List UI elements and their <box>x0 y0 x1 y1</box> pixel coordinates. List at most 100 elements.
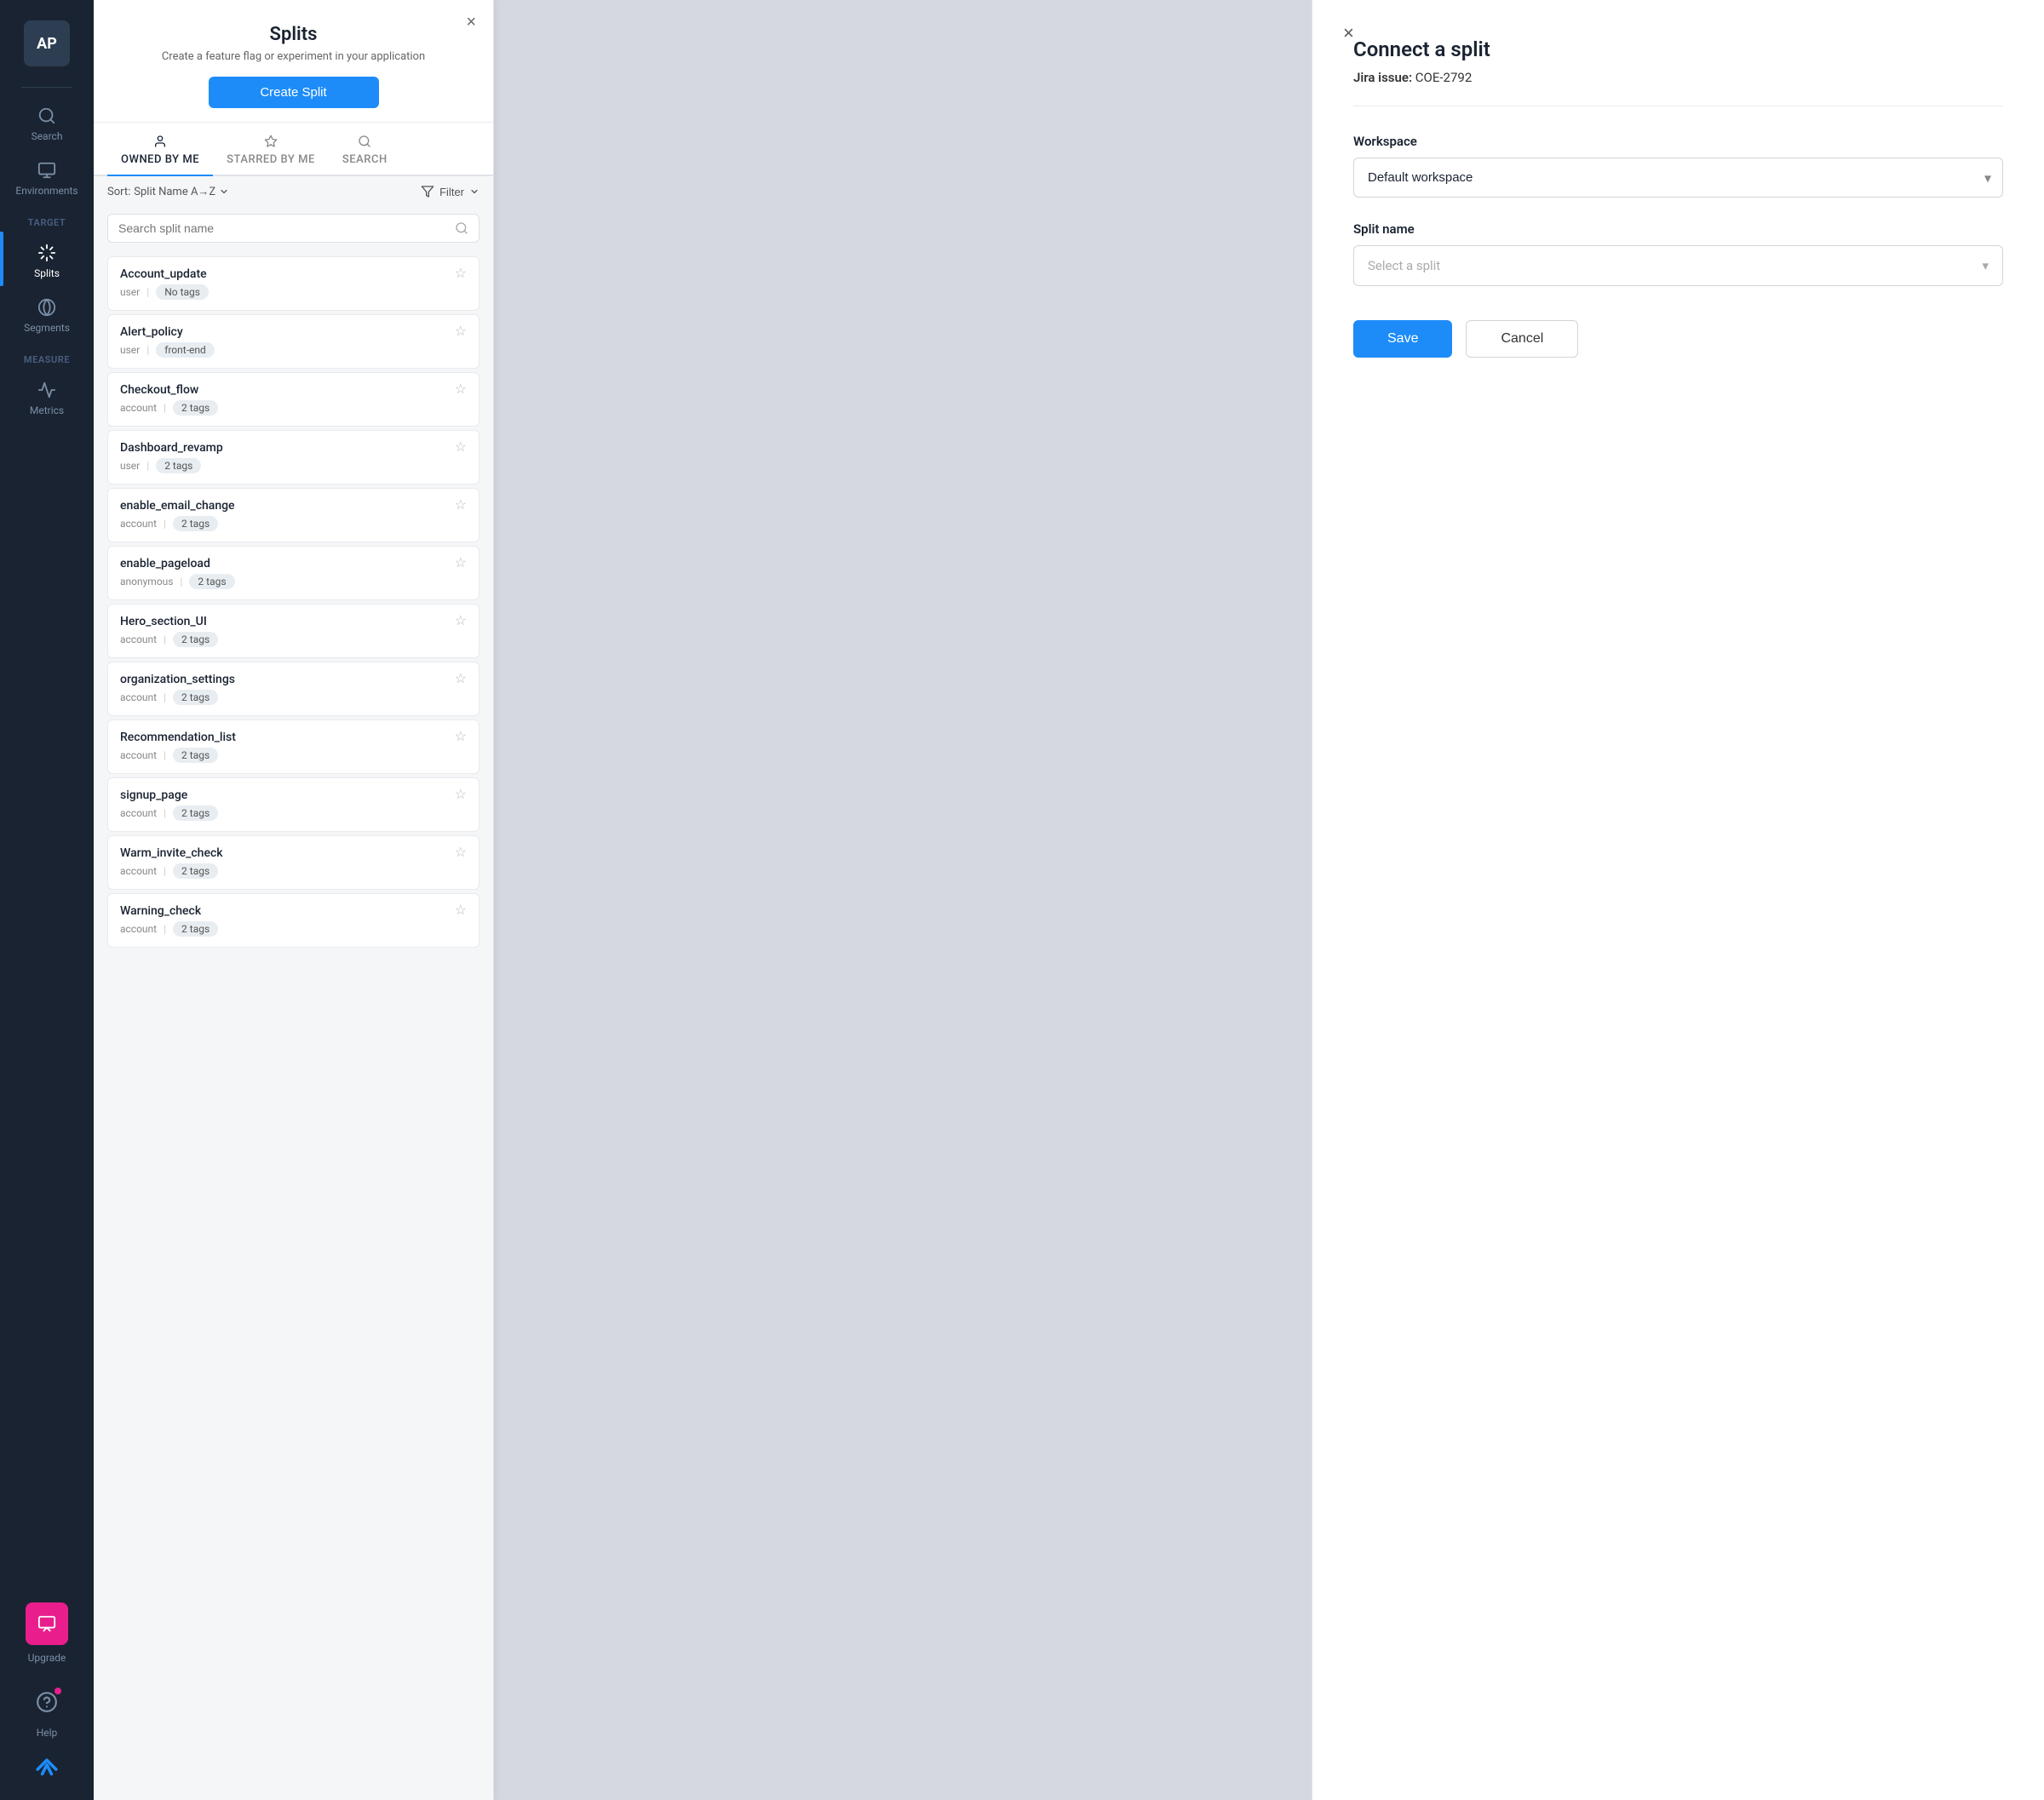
sort-prefix: Sort: <box>107 186 130 198</box>
sidebar-item-segments-label: Segments <box>24 322 70 334</box>
star-button[interactable]: ☆ <box>455 673 467 686</box>
split-item-info: enable_email_changeaccount|2 tags <box>120 499 235 531</box>
star-button[interactable]: ☆ <box>455 904 467 918</box>
sidebar-item-upgrade-label: Upgrade <box>28 1652 66 1664</box>
list-item[interactable]: signup_pageaccount|2 tags☆ <box>107 777 479 832</box>
splits-list: Account_updateuser|No tags☆Alert_policyu… <box>94 249 493 1800</box>
star-button[interactable]: ☆ <box>455 788 467 802</box>
split-item-name: enable_pageload <box>120 557 235 570</box>
split-item-meta: user|2 tags <box>120 458 223 473</box>
sort-control[interactable]: Sort: Split Name A→Z <box>107 185 229 198</box>
split-item-separator: | <box>164 923 166 935</box>
sort-value: Split Name A→Z <box>134 185 215 198</box>
sidebar-item-help-label: Help <box>37 1727 58 1739</box>
list-item[interactable]: Checkout_flowaccount|2 tags☆ <box>107 372 479 427</box>
split-select-chevron-icon: ▾ <box>1982 258 1989 273</box>
upgrade-icon <box>26 1602 68 1645</box>
star-button[interactable]: ☆ <box>455 441 467 455</box>
list-item[interactable]: organization_settingsaccount|2 tags☆ <box>107 662 479 716</box>
split-item-type: account <box>120 518 157 530</box>
list-item[interactable]: enable_pageload anonymous | 2 tags ☆ <box>107 546 479 600</box>
splits-panel-subtitle: Create a feature flag or experiment in y… <box>114 50 473 63</box>
sidebar-item-splits[interactable]: Splits <box>0 232 94 286</box>
star-button[interactable]: ☆ <box>455 267 467 281</box>
split-item-tag: No tags <box>156 284 209 300</box>
split-item-name: Account_update <box>120 267 209 281</box>
sidebar-item-segments[interactable]: Segments <box>0 286 94 341</box>
sidebar: AP Search Environments TARGET <box>0 0 94 1800</box>
sidebar-item-environments[interactable]: Environments <box>0 149 94 204</box>
split-item-tag: 2 tags <box>173 921 218 937</box>
star-button[interactable]: ☆ <box>455 615 467 628</box>
star-button[interactable]: ☆ <box>455 325 467 339</box>
split-item-info: Warm_invite_checkaccount|2 tags <box>120 846 223 879</box>
sidebar-item-search[interactable]: Search <box>0 95 94 149</box>
split-item-separator: | <box>164 633 166 645</box>
splits-tabs: OWNED BY ME STARRED BY ME SEARCH <box>94 123 493 176</box>
create-split-button[interactable]: Create Split <box>209 77 379 108</box>
sidebar-item-help[interactable]: Help <box>0 1671 94 1746</box>
split-item-separator: | <box>180 576 182 588</box>
split-item-type: account <box>120 402 157 414</box>
save-button[interactable]: Save <box>1353 320 1452 358</box>
split-name-select[interactable]: Select a split ▾ <box>1353 245 2003 286</box>
split-name-label: Split name <box>1353 221 2003 237</box>
search-input-icon <box>455 221 468 235</box>
list-item[interactable]: Alert_policyuser|front-end☆ <box>107 314 479 369</box>
split-item-type: account <box>120 749 157 761</box>
list-item[interactable]: Account_updateuser|No tags☆ <box>107 256 479 311</box>
cancel-button[interactable]: Cancel <box>1466 320 1578 358</box>
split-item-type: user <box>120 344 140 356</box>
splits-close-button[interactable]: × <box>466 14 476 31</box>
sidebar-measure-label: MEASURE <box>0 354 94 365</box>
list-item[interactable]: Warning_checkaccount|2 tags☆ <box>107 893 479 948</box>
sidebar-item-upgrade[interactable]: Upgrade <box>0 1592 94 1671</box>
jira-label: Jira issue: <box>1353 70 1412 85</box>
split-item-name: Checkout_flow <box>120 383 218 397</box>
tab-starred-by-me[interactable]: STARRED BY ME <box>213 123 329 176</box>
tab-search[interactable]: SEARCH <box>329 123 401 176</box>
split-item-info: Dashboard_revamp user|2 tags <box>120 441 223 473</box>
split-item-type: account <box>120 691 157 703</box>
connect-close-button[interactable]: × <box>1343 24 1354 43</box>
star-button[interactable]: ☆ <box>455 499 467 513</box>
sidebar-item-environments-label: Environments <box>15 185 78 197</box>
splits-icon <box>36 242 58 264</box>
split-item-separator: | <box>164 807 166 819</box>
star-button[interactable]: ☆ <box>455 557 467 570</box>
person-icon <box>152 133 169 150</box>
help-icon <box>26 1681 68 1723</box>
star-button[interactable]: ☆ <box>455 846 467 860</box>
filter-button[interactable]: Filter <box>421 185 479 198</box>
split-item-type: anonymous <box>120 576 173 588</box>
split-item-name: Dashboard_revamp <box>120 441 223 455</box>
star-button[interactable]: ☆ <box>455 383 467 397</box>
split-item-type: account <box>120 807 157 819</box>
split-item-info: enable_pageload anonymous | 2 tags <box>120 557 235 589</box>
split-item-info: Warning_checkaccount|2 tags <box>120 904 218 937</box>
star-button[interactable]: ☆ <box>455 731 467 744</box>
split-item-type: account <box>120 633 157 645</box>
split-item-tag: 2 tags <box>173 690 218 705</box>
list-item[interactable]: Dashboard_revamp user|2 tags ☆ <box>107 430 479 484</box>
split-item-meta: account|2 tags <box>120 921 218 937</box>
list-item[interactable]: Hero_section_UIaccount|2 tags☆ <box>107 604 479 658</box>
list-item[interactable]: enable_email_changeaccount|2 tags ☆ <box>107 488 479 542</box>
connect-actions: Save Cancel <box>1353 320 2003 358</box>
split-item-tag: 2 tags <box>189 574 234 589</box>
background-dimmed <box>494 0 1312 1800</box>
tab-owned-label: OWNED BY ME <box>121 153 199 166</box>
split-item-info: signup_pageaccount|2 tags <box>120 788 218 821</box>
split-item-meta: account|2 tags <box>120 863 223 879</box>
sidebar-item-metrics[interactable]: Metrics <box>0 369 94 423</box>
sort-filter-bar: Sort: Split Name A→Z Filter <box>94 176 493 207</box>
list-item[interactable]: Recommendation_listaccount|2 tags☆ <box>107 719 479 774</box>
list-item[interactable]: Warm_invite_checkaccount|2 tags ☆ <box>107 835 479 890</box>
tab-owned-by-me[interactable]: OWNED BY ME <box>107 123 213 176</box>
search-bar-wrap <box>94 207 493 249</box>
search-input[interactable] <box>118 221 448 235</box>
split-item-tag: 2 tags <box>173 632 218 647</box>
workspace-select[interactable]: Default workspace <box>1353 158 2003 198</box>
split-item-separator: | <box>164 691 166 703</box>
split-item-separator: | <box>164 865 166 877</box>
